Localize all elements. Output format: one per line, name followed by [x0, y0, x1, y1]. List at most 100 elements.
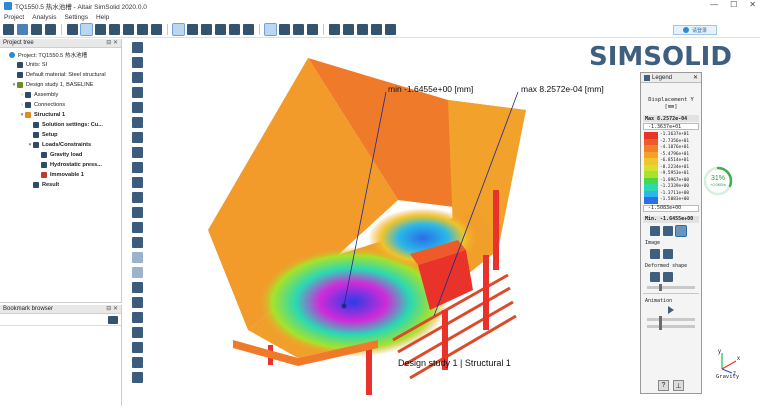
filter-icon[interactable]: [95, 24, 106, 35]
menu-project[interactable]: Project: [4, 14, 24, 21]
inertia-icon[interactable]: [131, 252, 143, 263]
tree-item[interactable]: Setup: [0, 130, 121, 140]
slider-thumb[interactable]: [659, 315, 662, 323]
animation-speed-slider[interactable]: [647, 315, 695, 323]
panel-controls[interactable]: ⊟ ✕: [106, 39, 118, 46]
tree-item[interactable]: ▾ Structural 1: [0, 110, 121, 120]
smooth-contour-icon[interactable]: [663, 248, 673, 259]
legend-top-input[interactable]: -1.3637e+01: [643, 123, 699, 130]
moment-icon[interactable]: [131, 237, 143, 248]
menu-analysis[interactable]: Analysis: [32, 14, 56, 21]
remote-load-icon[interactable]: [131, 267, 143, 278]
tree-item[interactable]: Result: [0, 180, 121, 190]
slider-thumb[interactable]: [659, 322, 662, 330]
tree-item[interactable]: Immovable 1: [0, 170, 121, 180]
section-view-icon[interactable]: [172, 23, 185, 36]
thermal-icon[interactable]: [131, 207, 143, 218]
select-box-icon[interactable]: [307, 24, 318, 35]
import-icon[interactable]: [17, 24, 28, 35]
measure-icon[interactable]: [329, 24, 340, 35]
image-options: [650, 248, 701, 259]
materials-icon[interactable]: [131, 102, 143, 113]
tree-node-icon: [33, 182, 39, 188]
toolbar-divider: [323, 24, 324, 35]
min-marker: [341, 303, 347, 309]
reaction-icon[interactable]: [131, 357, 143, 368]
tree-item[interactable]: Gravity load: [0, 150, 121, 160]
tree-item[interactable]: Project: TQ1550.5 热水池槽: [0, 50, 121, 60]
back-view-icon[interactable]: [201, 24, 212, 35]
top-view-icon[interactable]: [215, 24, 226, 35]
transparency-icon[interactable]: [151, 24, 162, 35]
ruler-icon[interactable]: [343, 24, 354, 35]
save-icon[interactable]: [45, 24, 56, 35]
lock-icon[interactable]: [663, 225, 673, 236]
keyboard-icon[interactable]: [650, 225, 660, 236]
iso-view-icon[interactable]: [243, 24, 254, 35]
legend-help-button[interactable]: ?: [658, 380, 669, 391]
camera-icon[interactable]: [108, 316, 118, 324]
undeformed-icon[interactable]: [663, 271, 673, 282]
grid-icon[interactable]: [371, 24, 382, 35]
tree-node-icon: [17, 62, 23, 68]
close-button[interactable]: ✕: [749, 0, 756, 9]
select-part-icon[interactable]: [264, 23, 277, 36]
sliding-icon[interactable]: [131, 147, 143, 158]
progress-rate: +0.0KB/s: [710, 183, 726, 187]
new-project-icon[interactable]: [3, 24, 14, 35]
tree-view-icon[interactable]: [80, 23, 93, 36]
tree-item[interactable]: Default material: Steel structural: [0, 70, 121, 80]
animation-frame-slider[interactable]: [647, 322, 695, 330]
contacts-icon[interactable]: [131, 87, 143, 98]
select-edge-icon[interactable]: [293, 24, 304, 35]
displacement-icon[interactable]: [131, 312, 143, 323]
bolts-icon[interactable]: [131, 57, 143, 68]
legend-close-icon[interactable]: ✕: [693, 74, 698, 81]
show-all-icon[interactable]: [137, 24, 148, 35]
pressure-icon[interactable]: [131, 177, 143, 188]
play-animation-icon[interactable]: [668, 305, 674, 314]
deformation-scale-slider[interactable]: [647, 283, 695, 291]
front-view-icon[interactable]: [187, 24, 198, 35]
select-face-icon[interactable]: [279, 24, 290, 35]
solution-settings-icon[interactable]: [131, 117, 143, 128]
gravity-icon[interactable]: [131, 192, 143, 203]
legend-settings-icon[interactable]: ⊥: [673, 380, 684, 391]
strain-icon[interactable]: [131, 342, 143, 353]
legend-bottom-input[interactable]: -1.5083e+00: [643, 204, 699, 212]
contour-icon[interactable]: [650, 248, 660, 259]
welds-icon[interactable]: [131, 72, 143, 83]
slider-thumb[interactable]: [659, 283, 662, 291]
tree-item[interactable]: › Assembly: [0, 90, 121, 100]
force-icon[interactable]: [131, 162, 143, 173]
results-icon[interactable]: [131, 297, 143, 308]
login-button[interactable]: 请登录: [673, 25, 717, 35]
model-viewport[interactable]: min -1.6455e+00 [mm] max 8.2572e-04 [mm]…: [148, 40, 638, 406]
menu-settings[interactable]: Settings: [64, 14, 88, 21]
eye-icon[interactable]: [109, 24, 120, 35]
scale-icon[interactable]: [675, 224, 687, 237]
tree-item[interactable]: › Connections: [0, 100, 121, 110]
tree-item[interactable]: Solution settings: Cu...: [0, 120, 121, 130]
report-icon[interactable]: [131, 372, 143, 383]
solve-icon[interactable]: [131, 282, 143, 293]
probe-icon[interactable]: [357, 24, 368, 35]
hide-icon[interactable]: [123, 24, 134, 35]
panel-controls[interactable]: ⊟ ✕: [106, 305, 118, 312]
list-view-icon[interactable]: [67, 24, 78, 35]
open-folder-icon[interactable]: [31, 24, 42, 35]
deformed-icon[interactable]: [650, 271, 660, 282]
help-icon[interactable]: [385, 24, 396, 35]
menu-help[interactable]: Help: [96, 14, 109, 21]
hydrostatic-icon[interactable]: [131, 222, 143, 233]
tree-item[interactable]: Units: SI: [0, 60, 121, 70]
stress-icon[interactable]: [131, 327, 143, 338]
tree-item[interactable]: Hydrostatic press...: [0, 160, 121, 170]
connections-icon[interactable]: [131, 42, 143, 53]
minimize-button[interactable]: —: [710, 0, 718, 9]
immovable-icon[interactable]: [131, 132, 143, 143]
tree-item[interactable]: ▾ Design study 1, BASELINE: [0, 80, 121, 90]
tree-item[interactable]: ▾ Loads/Constraints: [0, 140, 121, 150]
bottom-view-icon[interactable]: [229, 24, 240, 35]
maximize-button[interactable]: ☐: [730, 0, 737, 9]
